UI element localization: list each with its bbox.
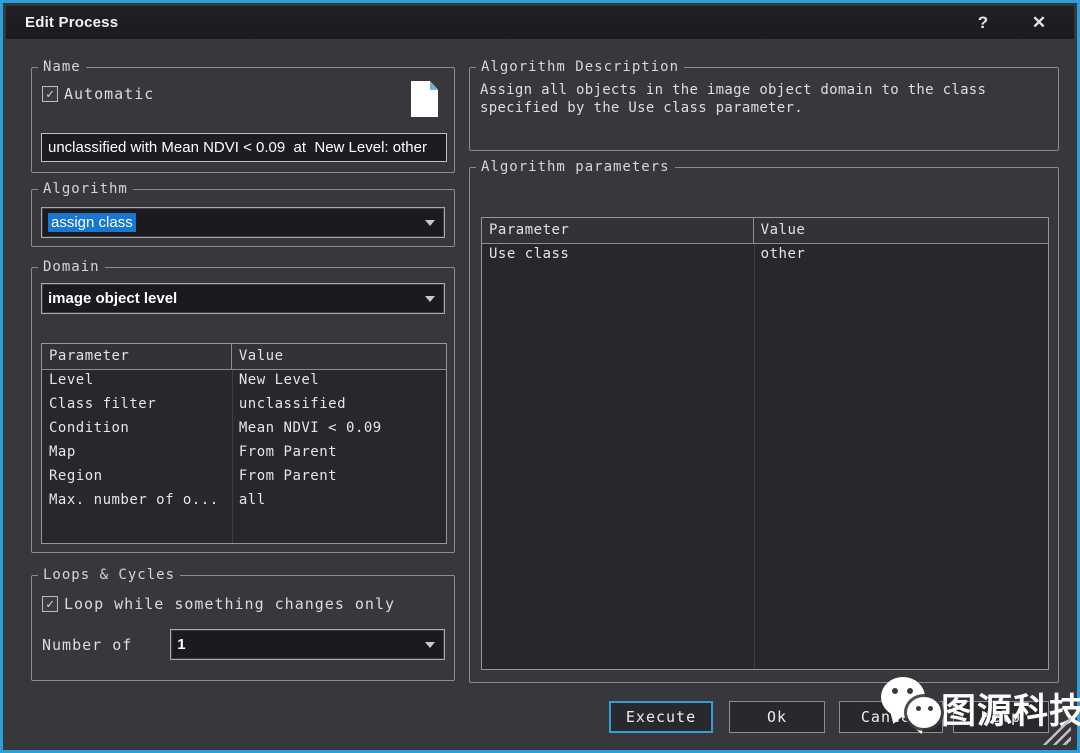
number-of-dropdown[interactable]: 1 — [170, 629, 445, 660]
domain-group: Domain image object level Parameter Valu… — [31, 259, 455, 553]
algorithm-dropdown[interactable]: assign class — [41, 207, 445, 238]
number-of-value: 1 — [177, 636, 185, 653]
help-icon[interactable]: ? — [972, 13, 994, 33]
table-row[interactable]: RegionFrom Parent — [42, 466, 446, 490]
table-row[interactable]: Class filterunclassified — [42, 394, 446, 418]
column-header-parameter[interactable]: Parameter — [482, 218, 754, 243]
table-cell: all — [232, 490, 273, 514]
parameters-group-label: Algorithm parameters — [476, 159, 675, 175]
edit-process-dialog: Edit Process ? ✕ Name ✓ Automatic Algori… — [0, 0, 1080, 753]
column-header-value[interactable]: Value — [754, 218, 813, 243]
column-header-parameter[interactable]: Parameter — [42, 344, 232, 369]
table-cell: Use class — [482, 244, 754, 268]
table-cell: other — [754, 244, 813, 268]
table-row[interactable]: MapFrom Parent — [42, 442, 446, 466]
parameters-table-header: Parameter Value — [482, 218, 1048, 244]
table-row[interactable]: ConditionMean NDVI < 0.09 — [42, 418, 446, 442]
table-row[interactable]: LevelNew Level — [42, 370, 446, 394]
chevron-down-icon[interactable] — [425, 296, 435, 302]
table-row[interactable]: Use classother — [482, 244, 1048, 268]
algorithm-selected-value: assign class — [48, 213, 136, 232]
table-cell: unclassified — [232, 394, 353, 418]
column-header-value[interactable]: Value — [232, 344, 291, 369]
table-cell: Condition — [42, 418, 232, 442]
close-icon[interactable]: ✕ — [1028, 13, 1050, 33]
algorithm-description-group: Algorithm Description Assign all objects… — [469, 59, 1059, 151]
number-of-label: Number of — [42, 636, 132, 654]
table-cell: Mean NDVI < 0.09 — [232, 418, 389, 442]
table-row[interactable]: Max. number of o...all — [42, 490, 446, 514]
window-title: Edit Process — [6, 14, 118, 31]
process-name-input[interactable] — [41, 133, 447, 162]
automatic-checkbox[interactable]: ✓ — [42, 86, 58, 102]
loops-cycles-group: Loops & Cycles ✓ Loop while something ch… — [31, 567, 455, 681]
algorithm-parameters-group: Algorithm parameters Parameter Value Use… — [469, 159, 1059, 683]
ok-button[interactable]: Ok — [729, 701, 825, 733]
domain-dropdown[interactable]: image object level — [41, 283, 445, 314]
name-group: Name ✓ Automatic — [31, 59, 455, 173]
cancel-button[interactable]: Cancel — [839, 701, 943, 733]
domain-group-label: Domain — [38, 259, 105, 275]
loops-group-label: Loops & Cycles — [38, 567, 180, 583]
table-cell: Map — [42, 442, 232, 466]
chevron-down-icon[interactable] — [425, 220, 435, 226]
name-group-label: Name — [38, 59, 86, 75]
loop-label: Loop while something changes only — [64, 595, 395, 613]
column-separator — [754, 244, 755, 669]
table-cell: From Parent — [232, 466, 344, 490]
loop-checkbox-row[interactable]: ✓ Loop while something changes only — [42, 595, 454, 613]
algorithm-description-text: Assign all objects in the image object d… — [470, 75, 1058, 117]
automatic-checkbox-row[interactable]: ✓ Automatic — [42, 85, 454, 103]
column-separator — [232, 370, 233, 543]
title-bar[interactable]: Edit Process ? ✕ — [6, 6, 1074, 39]
loop-checkbox[interactable]: ✓ — [42, 596, 58, 612]
domain-table-header: Parameter Value — [42, 344, 446, 370]
parameters-table-body: Use classother — [482, 244, 1048, 669]
algorithm-parameters-table: Parameter Value Use classother — [481, 217, 1049, 670]
help-button[interactable]: Help — [953, 701, 1049, 733]
algorithm-group-label: Algorithm — [38, 181, 133, 197]
table-cell: From Parent — [232, 442, 344, 466]
document-icon[interactable] — [411, 81, 438, 117]
execute-button[interactable]: Execute — [609, 701, 713, 733]
table-cell: New Level — [232, 370, 326, 394]
domain-selected-value: image object level — [48, 290, 177, 307]
domain-parameter-table: Parameter Value LevelNew LevelClass filt… — [41, 343, 447, 544]
domain-table-body: LevelNew LevelClass filterunclassifiedCo… — [42, 370, 446, 543]
chevron-down-icon[interactable] — [425, 642, 435, 648]
algorithm-group: Algorithm assign class — [31, 181, 455, 247]
table-cell: Region — [42, 466, 232, 490]
description-group-label: Algorithm Description — [476, 59, 684, 75]
table-cell: Class filter — [42, 394, 232, 418]
automatic-label: Automatic — [64, 85, 154, 103]
table-cell: Max. number of o... — [42, 490, 232, 514]
table-cell: Level — [42, 370, 232, 394]
